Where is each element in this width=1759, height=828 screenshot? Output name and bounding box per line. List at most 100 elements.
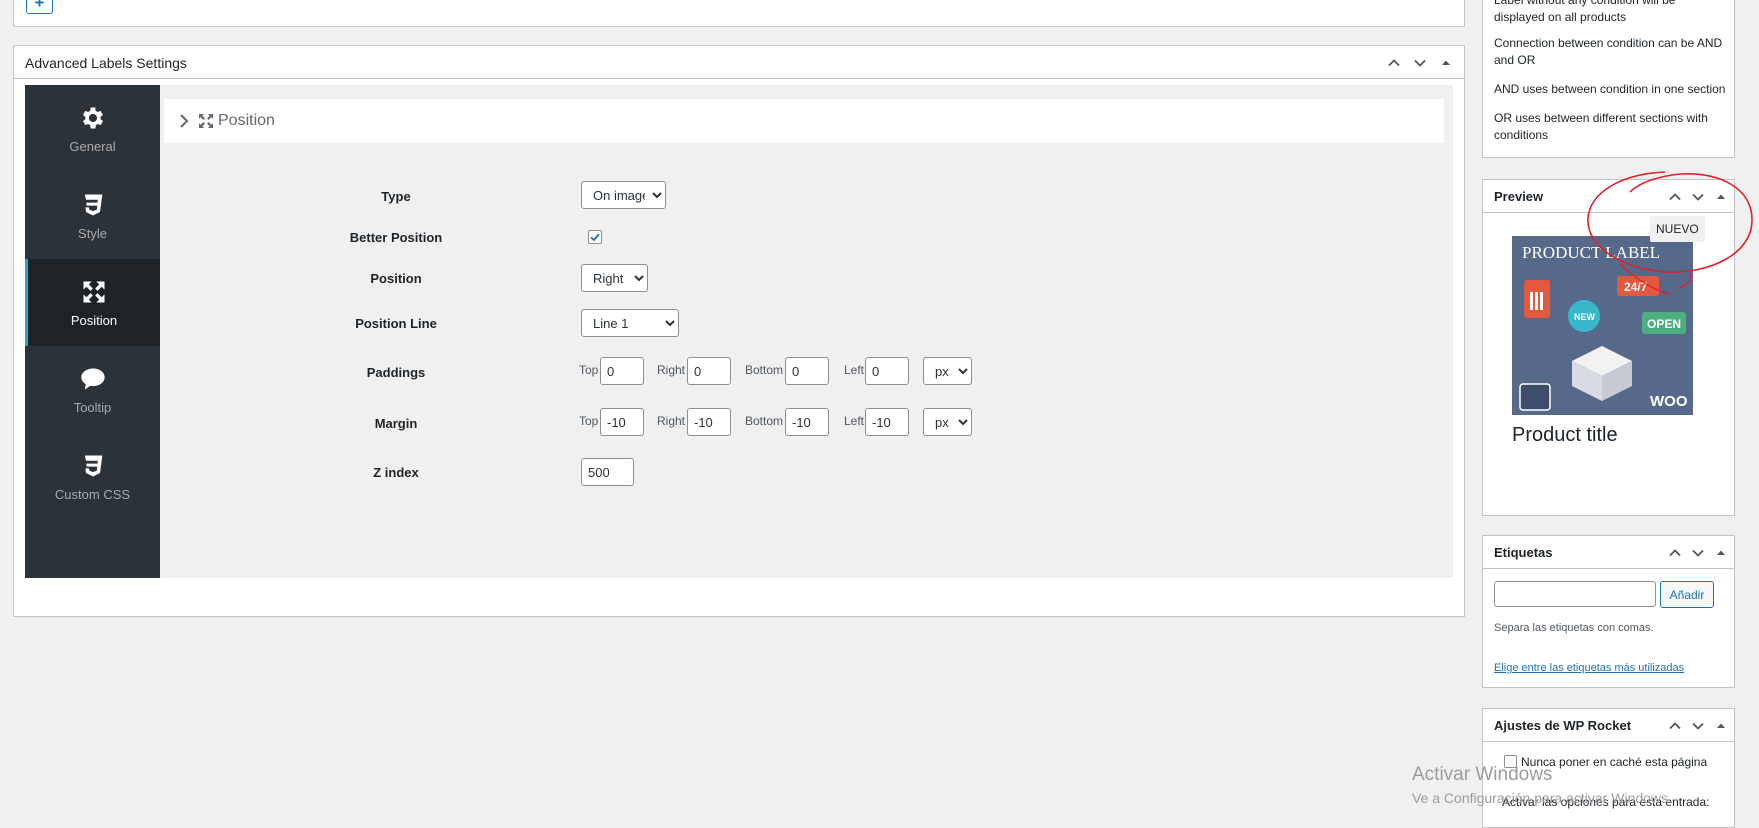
position-label: Position [370,271,422,286]
margin-unit-select[interactable]: px [923,408,972,436]
postbox-title: Etiquetas [1494,545,1553,560]
sidebar-item-tooltip[interactable]: Tooltip [25,346,160,433]
move-up-button[interactable] [1382,52,1406,74]
triangle-up-icon [1442,60,1450,65]
position-line-label: Position Line [355,316,437,331]
position-line-select[interactable]: Line 1 [581,309,679,337]
padding-bottom-input[interactable] [785,357,829,385]
move-down-button[interactable] [1686,542,1709,564]
css3-icon [78,451,108,481]
settings-panel: General Style Position Tooltip Custom CS… [25,85,1453,578]
postbox-title: Preview [1494,189,1544,204]
padding-top-input[interactable] [600,357,644,385]
tags-hint: Separa las etiquetas con comas. [1494,622,1654,634]
sidebar-item-custom-css[interactable]: Custom CSS [25,433,160,520]
position-settings: Position Type On image Better Position P… [160,85,1453,578]
add-tag-button[interactable]: Añadir [1660,581,1714,608]
padding-bottom-label: Bottom [745,363,784,377]
chevron-down-icon [1691,722,1704,730]
padding-right-label: Right [657,363,686,377]
margin-bottom-label: Bottom [745,414,784,428]
better-position-label: Better Position [349,230,443,245]
move-up-button[interactable] [1663,186,1686,208]
sidebar-item-label: Position [70,313,118,328]
sidebar-item-label: Custom CSS [54,487,131,502]
z-index-input[interactable] [581,458,634,486]
postbox-header: Ajustes de WP Rocket [1483,709,1734,742]
z-index-label: Z index [373,465,419,480]
margin-top-input[interactable] [600,408,644,436]
better-position-checkbox[interactable] [588,230,602,244]
move-arrows-icon [199,114,213,128]
toggle-panel-button[interactable] [1434,52,1458,74]
move-down-button[interactable] [1686,186,1709,208]
triangle-up-icon [1716,194,1725,199]
postbox-controls [1663,542,1732,564]
toggle-panel-button[interactable] [1709,186,1732,208]
preview-box: Preview PRODUCT LABEL 24/7 NEW OPEN WOO … [1482,179,1735,516]
settings-sidebar: General Style Position Tooltip Custom CS… [25,85,160,578]
margin-right-input[interactable] [687,408,731,436]
conditions-help-box: Label without any condition will be disp… [1482,0,1735,158]
chevron-up-icon [1668,193,1681,201]
postbox-controls [1663,715,1732,737]
chevron-up-icon [1668,549,1681,557]
tags-box: Etiquetas Añadir Separa las etiquetas co… [1482,535,1735,688]
help-note: Label without any condition will be disp… [1494,0,1676,24]
padding-left-input[interactable] [865,357,909,385]
position-select[interactable]: Right [581,264,648,292]
speech-bubble-icon [78,364,108,394]
margin-left-input[interactable] [865,408,909,436]
chevron-down-icon [1691,193,1704,201]
postbox-title: Ajustes de WP Rocket [1494,718,1632,733]
chevron-up-icon [1388,59,1400,67]
margin-left-label: Left [844,414,865,428]
label-badge-preview: NUEVO [1650,216,1705,242]
sidebar-item-label: General [69,139,116,154]
css3-icon [78,190,108,220]
postbox-controls [1663,186,1732,208]
image-banner-text: PRODUCT LABEL [1522,243,1660,262]
section-header[interactable]: Position [164,99,1444,143]
sidebar-item-position[interactable]: Position [25,259,160,346]
move-down-button[interactable] [1408,52,1432,74]
sidebar-item-style[interactable]: Style [25,172,160,259]
chevron-down-icon [1691,549,1704,557]
postbox-controls [1382,52,1458,74]
product-title: Product title [1512,424,1618,446]
postbox-header: Advanced Labels Settings [14,46,1464,79]
chevron-down-icon [1414,59,1426,67]
image-tag-new: NEW [1574,312,1596,322]
move-down-button[interactable] [1686,715,1709,737]
product-label-illustration: PRODUCT LABEL 24/7 NEW OPEN WOO [1512,236,1693,415]
windows-watermark-subtitle: Ve a Configuración para activar Windows. [1412,790,1672,806]
help-note: OR uses between different sections with … [1494,111,1708,142]
padding-unit-select[interactable]: px [923,357,972,385]
arrows-expand-icon [79,277,109,307]
sidebar-item-label: Tooltip [73,400,112,415]
padding-right-input[interactable] [687,357,731,385]
toggle-panel-button[interactable] [1709,542,1732,564]
tag-input[interactable] [1494,581,1656,607]
chevron-up-icon [1668,722,1681,730]
postbox-header: Etiquetas [1483,536,1734,569]
move-up-button[interactable] [1663,542,1686,564]
section-title: Position [218,112,275,129]
sidebar-item-label: Style [78,226,107,241]
most-used-tags-link[interactable]: Elige entre las etiquetas más utilizadas [1494,662,1684,674]
chevron-right-icon [180,114,189,128]
help-note: Connection between condition can be AND … [1494,36,1723,67]
toggle-panel-button[interactable] [1709,715,1732,737]
margin-right-label: Right [657,414,686,428]
image-tag-open: OPEN [1647,317,1681,331]
paddings-label: Paddings [366,365,426,380]
postbox-title: Advanced Labels Settings [25,55,187,71]
padding-top-label: Top [579,363,599,377]
margin-bottom-input[interactable] [785,408,829,436]
postbox-header: Preview [1483,180,1734,213]
add-condition-button[interactable]: + [26,0,53,14]
move-up-button[interactable] [1663,715,1686,737]
type-select[interactable]: On image [581,181,666,209]
sidebar-item-general[interactable]: General [25,85,160,172]
image-tag-woo: WOO [1650,393,1688,410]
